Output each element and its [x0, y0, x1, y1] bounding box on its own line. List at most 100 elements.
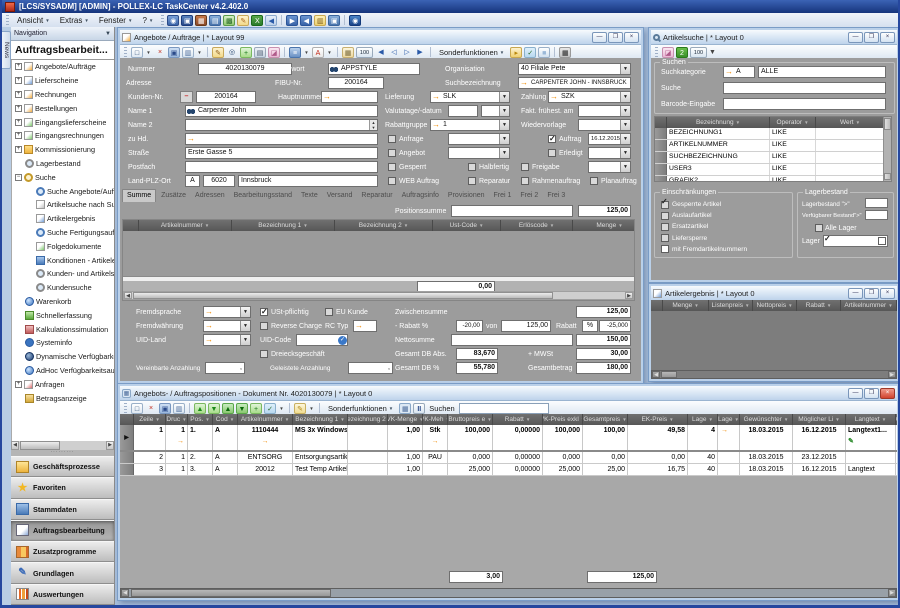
tab-adressen[interactable]: Adressen [191, 190, 229, 202]
ust-pflichtig-checkbox[interactable] [260, 308, 268, 316]
criteria-row[interactable]: USER3LIKE [655, 164, 891, 176]
row-selector[interactable] [655, 128, 667, 139]
dropdown-button[interactable]: ▼ [240, 321, 250, 331]
criteria-row[interactable]: BEZEICHNUNG1LIKE [655, 128, 891, 140]
eraser-icon[interactable]: ◪ [268, 47, 280, 58]
result-grid-body[interactable] [651, 311, 897, 370]
column-header-gesamtpreis[interactable]: Gesamtpreis▼ [583, 414, 628, 425]
anfrage-select[interactable]: ▼ [448, 133, 510, 145]
verfuegbarer-bestand-field[interactable] [865, 210, 888, 220]
contacts-icon[interactable]: ▣ [181, 15, 193, 26]
column-header-druc[interactable]: Druc▼ [166, 414, 188, 425]
dd-icon[interactable]: ▼ [326, 47, 333, 58]
tree-item-adhoc-verf-gbarkeitsausk[interactable]: AdHoc Verfügbarkeitsausk [12, 364, 114, 378]
column-header-m-glicher-li[interactable]: Möglicher Li▼ [793, 414, 846, 425]
column-header-artikelnummer[interactable]: Artikelnummer▼ [238, 414, 293, 425]
tab-frei-1[interactable]: Frei 1 [490, 190, 516, 202]
row-selector[interactable] [655, 176, 667, 182]
eraser-icon[interactable]: ◪ [662, 47, 674, 58]
dropdown-button[interactable]: ▼ [499, 120, 509, 130]
tree-item-artikelsuche-nach-suc[interactable]: Artikelsuche nach Suc [12, 198, 114, 212]
save-icon[interactable]: ▣ [168, 47, 180, 58]
items-hscrollbar[interactable]: ◀▶ [123, 291, 634, 300]
check-icon[interactable]: ✓ [524, 47, 536, 58]
column-header-menge[interactable]: Menge▼ [663, 300, 709, 311]
kennwort-field[interactable]: APPSTYLE [328, 63, 420, 75]
edit-icon[interactable]: ✎ [212, 47, 224, 58]
suchbezeichnung-field[interactable]: → CARPENTER JOHN - INNSBRUCK [518, 77, 631, 89]
nav-button-zusatzprogramme[interactable]: Zusatzprogramme [11, 541, 114, 562]
positionssumme-field[interactable] [451, 205, 573, 217]
land-field[interactable]: A [185, 175, 200, 187]
column-header-bezeichnung-2[interactable]: Bezeichnung 2▼ [348, 414, 388, 425]
checkbox[interactable] [661, 223, 669, 231]
uid-land-select[interactable]: →▼ [203, 334, 251, 346]
insert-icon[interactable]: + [240, 47, 252, 58]
new-icon[interactable]: □ [131, 403, 143, 414]
column-header-ust-code[interactable]: Ust-Code▼ [433, 220, 501, 231]
close-button[interactable]: × [880, 388, 895, 399]
column-header-cod[interactable]: Cod▼ [213, 414, 238, 425]
column-header-vk-meh[interactable]: VK-Meh▼ [423, 414, 448, 425]
tab-texte[interactable]: Texte [297, 190, 322, 202]
dropdown-button[interactable]: ▼ [620, 162, 630, 172]
lookup-arrow-icon[interactable]: → [724, 67, 734, 77]
tab-auftragsinfo[interactable]: Auftragsinfo [398, 190, 443, 202]
auftrag-checkbox[interactable] [548, 135, 556, 143]
flag-icon[interactable]: ▸ [510, 47, 522, 58]
window-titlebar[interactable]: Artikelsuche | * Layout 0 — ❐ × [651, 30, 897, 45]
gesperrt-checkbox[interactable] [388, 163, 396, 171]
column-header-menge[interactable]: Menge▼ [573, 220, 634, 231]
record-counter[interactable]: 100 [356, 47, 373, 58]
grid-icon[interactable]: ▦ [559, 47, 571, 58]
close-button[interactable]: × [624, 32, 639, 43]
column-header-langtext[interactable]: Langtext▼ [846, 414, 896, 425]
image-icon[interactable]: ▩ [223, 15, 235, 26]
dreiecksgeschaeft-checkbox[interactable] [260, 350, 268, 358]
tree-item-folgedokumente[interactable]: Folgedokumente [12, 239, 114, 253]
up-icon[interactable]: ▲ [194, 403, 206, 414]
restore-button[interactable]: ❐ [864, 32, 879, 43]
column-header-wert[interactable]: Wert▼ [816, 117, 885, 128]
eu-kunde-checkbox[interactable] [325, 308, 333, 316]
column-header-bezeichnung-1[interactable]: Bezeichnung 1▼ [293, 414, 348, 425]
menu-extras[interactable]: Extras▼ [55, 16, 94, 25]
expand-toggle-icon[interactable]: + [15, 146, 22, 153]
postfach-field[interactable] [185, 161, 378, 173]
tree-item-angebote-auftr-ge[interactable]: +Angebote/Aufträge [12, 60, 114, 74]
menu-ansicht[interactable]: Ansicht▼ [12, 16, 55, 25]
sheet-icon[interactable]: X [251, 15, 263, 26]
items-grid-body[interactable] [123, 231, 634, 277]
dropdown-button[interactable]: ▼ [709, 47, 716, 58]
checkbox[interactable] [661, 245, 669, 253]
dd-icon[interactable]: ▼ [196, 47, 203, 58]
down-icon[interactable]: ▼ [208, 403, 220, 414]
check-icon[interactable]: ✓ [264, 403, 276, 414]
next-icon[interactable]: ▷ [401, 47, 413, 58]
dropdown-button[interactable]: ▼ [620, 120, 630, 130]
columns-icon[interactable]: II [413, 403, 425, 414]
tree-item-artikelergebnis[interactable]: Artikelergebnis [12, 212, 114, 226]
column-header-g[interactable]: G▼ [896, 414, 897, 425]
positions-hscrollbar[interactable]: ◀▶ [120, 588, 897, 598]
nav-button-favoriten[interactable]: ★Favoriten [11, 477, 114, 498]
column-header-nettopreis[interactable]: Nettopreis▼ [753, 300, 797, 311]
restore-button[interactable]: ❐ [864, 288, 879, 299]
position-row[interactable]: ▶11→1.A1110444→MS 3x WindowsX...1,00Stk→… [120, 425, 897, 452]
dropdown-button[interactable]: ▼ [620, 134, 630, 144]
dropdown-button[interactable]: ▼ [620, 92, 630, 102]
toolbar-grip[interactable] [124, 47, 127, 57]
lookup-arrow-icon[interactable]: → [720, 425, 737, 436]
column-header-bezeichnung-1[interactable]: Bezeichnung 1▼ [232, 220, 335, 231]
column-header-lage[interactable]: Lage▼ [688, 414, 718, 425]
dropdown-button[interactable]: ▼ [499, 92, 509, 102]
erledigt-select[interactable]: ▼ [588, 147, 631, 159]
fakt-select[interactable]: ▼ [578, 105, 631, 117]
nav-button-stammdaten[interactable]: Stammdaten [11, 499, 114, 520]
toolbar-grip[interactable] [161, 15, 164, 25]
tab-news[interactable]: News [2, 31, 11, 69]
expand-toggle-icon[interactable]: + [15, 381, 22, 388]
row-selector[interactable] [120, 464, 134, 475]
expand-toggle-icon[interactable]: + [15, 132, 22, 139]
toolbar-grip[interactable] [124, 403, 127, 413]
